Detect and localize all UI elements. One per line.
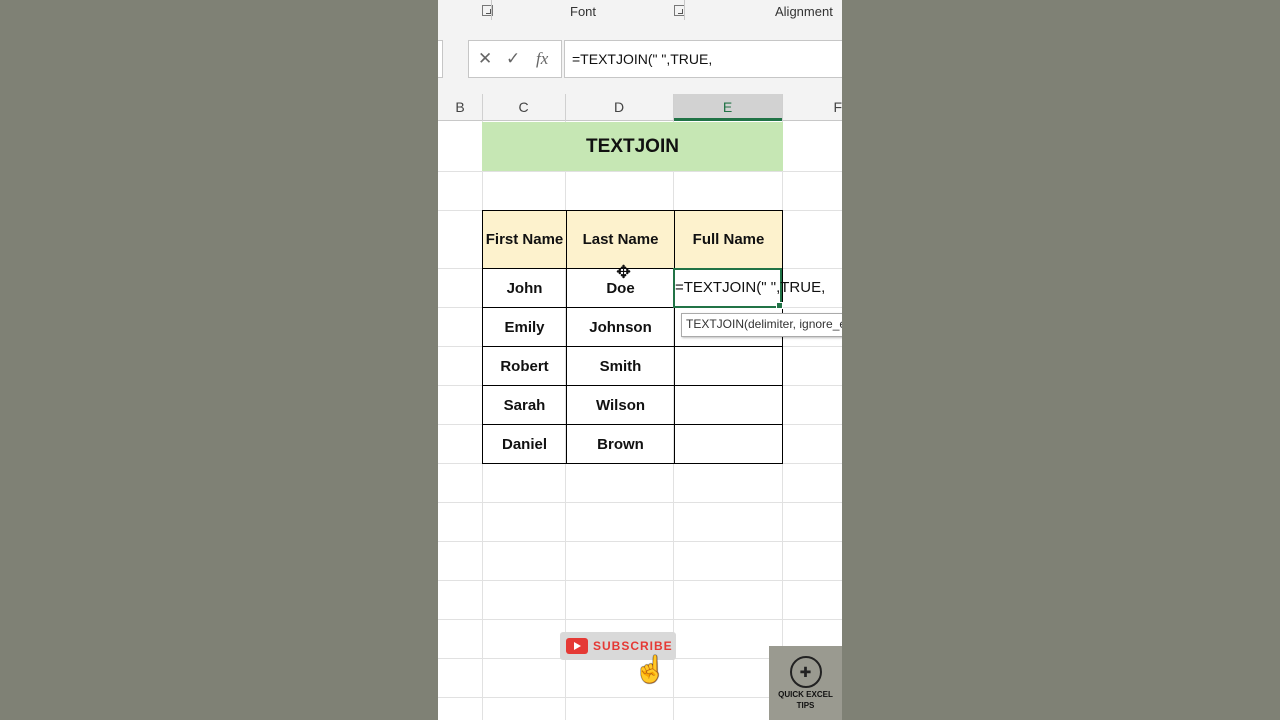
cell-first-name[interactable]: Robert: [482, 346, 567, 386]
column-header-d[interactable]: D: [565, 94, 673, 121]
cell-first-name[interactable]: Sarah: [482, 385, 567, 425]
header-first-name[interactable]: First Name: [482, 210, 567, 269]
channel-logo: ✚ QUICK EXCEL TIPS: [769, 646, 842, 720]
cell-full-name[interactable]: [674, 424, 783, 464]
gridline: [438, 619, 842, 620]
cell-first-name[interactable]: John: [482, 268, 567, 308]
name-box[interactable]: [438, 40, 443, 78]
cancel-icon[interactable]: ✕: [478, 49, 492, 69]
active-cell-editor[interactable]: =TEXTJOIN(" ",TRUE,: [673, 268, 825, 309]
pointer-hand-icon: ☝: [634, 654, 667, 684]
ribbon-separator: [684, 0, 685, 20]
cell-full-name[interactable]: [674, 385, 783, 425]
cell-last-name[interactable]: Smith: [566, 346, 675, 386]
formula-buttons: ✕ ✓ fx: [468, 40, 562, 78]
formula-bar: ✕ ✓ fx =TEXTJOIN(" ",TRUE,: [438, 24, 842, 94]
table-row: Sarah Wilson: [482, 385, 783, 425]
youtube-icon: [566, 638, 588, 654]
header-full-name[interactable]: Full Name: [674, 210, 783, 269]
column-divider: [482, 94, 483, 121]
gridline: [438, 541, 842, 542]
cell-last-name[interactable]: Johnson: [566, 307, 675, 347]
formula-text: =TEXTJOIN(" ",TRUE,: [572, 51, 713, 67]
cell-last-name[interactable]: Brown: [566, 424, 675, 464]
font-group-label: Font: [570, 4, 597, 19]
insert-function-icon[interactable]: fx: [536, 49, 548, 69]
table-header-row: First Name Last Name Full Name: [482, 210, 783, 269]
gridline: [438, 580, 842, 581]
cell-full-name[interactable]: [674, 346, 783, 386]
table-row: Robert Smith: [482, 346, 783, 386]
function-tooltip[interactable]: TEXTJOIN(delimiter, ignore_empty, text1,…: [681, 313, 842, 337]
cell-cursor-icon: ✥: [616, 262, 632, 282]
ribbon-separator: [491, 0, 492, 20]
right-letterbox: [842, 0, 1280, 720]
gridline: [438, 171, 842, 172]
alignment-group-label: Alignment: [775, 4, 833, 19]
fill-handle[interactable]: [776, 302, 783, 309]
logo-text-2: TIPS: [796, 701, 815, 710]
excel-window: Font Alignment ✕ ✓ fx =TEXTJOIN(" ",TRUE…: [438, 0, 842, 720]
gridline: [438, 502, 842, 503]
formula-input[interactable]: =TEXTJOIN(" ",TRUE,: [564, 40, 842, 78]
ribbon-group-labels: Font Alignment: [438, 0, 842, 24]
column-header-c[interactable]: C: [482, 94, 565, 121]
column-header-e[interactable]: E: [673, 94, 782, 121]
column-header-f[interactable]: F: [782, 94, 842, 121]
column-header-b[interactable]: B: [438, 94, 482, 121]
column-divider: [673, 94, 674, 121]
enter-icon[interactable]: ✓: [506, 49, 520, 69]
left-letterbox: [0, 0, 438, 720]
header-last-name[interactable]: Last Name: [566, 210, 675, 269]
names-table: First Name Last Name Full Name John Doe …: [482, 210, 783, 464]
active-cell-formula: =TEXTJOIN(" ",TRUE,: [675, 279, 826, 296]
sheet-title-cell[interactable]: TEXTJOIN: [482, 122, 783, 171]
cell-first-name[interactable]: Emily: [482, 307, 567, 347]
subscribe-label: SUBSCRIBE: [593, 639, 673, 653]
column-divider: [565, 94, 566, 121]
excel-icon: ✚: [789, 656, 822, 688]
column-divider: [782, 94, 783, 121]
table-row: Daniel Brown: [482, 424, 783, 464]
cell-first-name[interactable]: Daniel: [482, 424, 567, 464]
logo-text-1: QUICK EXCEL: [778, 690, 833, 699]
cell-last-name[interactable]: Wilson: [566, 385, 675, 425]
